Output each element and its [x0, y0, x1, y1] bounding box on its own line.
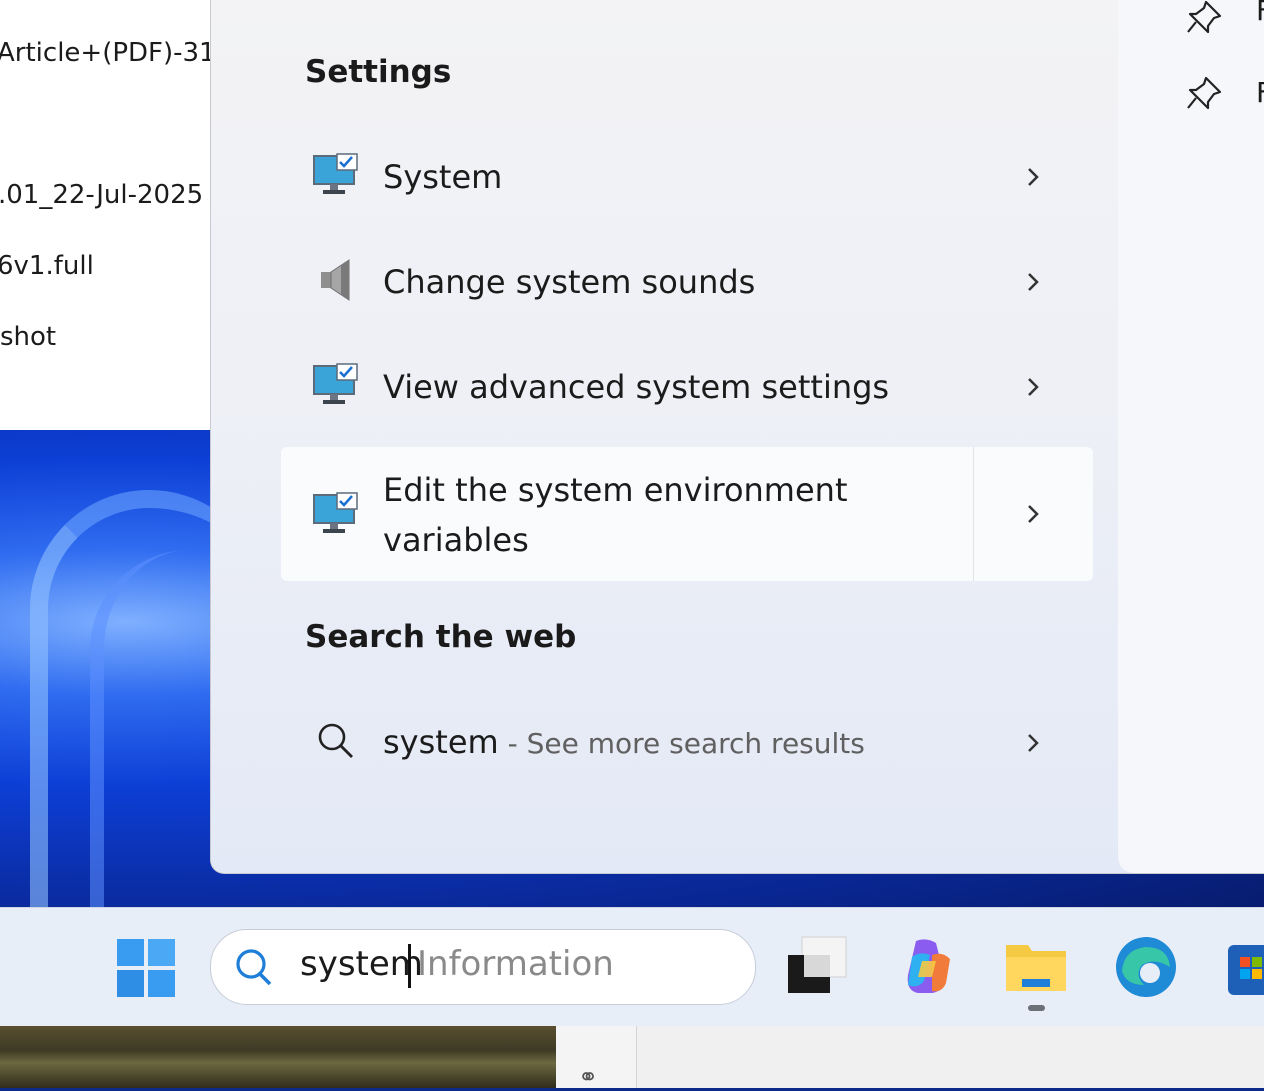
search-web-section-title: Search the web — [305, 619, 577, 655]
search-icon — [318, 723, 353, 758]
result-edit-environment-variables[interactable]: Edit the system environment variables — [281, 447, 1093, 581]
chevron-right-icon[interactable] — [1023, 163, 1043, 191]
file-item[interactable]: .01_22-Jul-2025 — [0, 180, 203, 210]
window-sidebar: ⚭ — [556, 1025, 637, 1091]
chevron-right-icon[interactable] — [1023, 268, 1043, 296]
monitor-check-icon — [313, 363, 358, 404]
result-label: Change system sounds — [383, 262, 756, 301]
web-query-text: system — [383, 723, 499, 761]
microsoft-store-icon[interactable] — [1226, 935, 1264, 999]
row-divider — [973, 447, 974, 581]
file-explorer-icon[interactable] — [1004, 935, 1068, 999]
settings-section-title: Settings — [305, 54, 452, 90]
right-preview-column — [1118, 0, 1264, 873]
monitor-check-icon — [313, 492, 358, 533]
text-caret — [408, 944, 411, 988]
result-label: View advanced system settings — [383, 367, 890, 406]
monitor-check-icon — [313, 153, 358, 194]
web-query: system - See more search results — [383, 718, 865, 768]
file-item[interactable]: shot — [0, 322, 56, 352]
edge-icon[interactable] — [1114, 935, 1178, 999]
result-system[interactable]: System — [281, 128, 1093, 226]
search-icon — [236, 949, 272, 986]
pin-icon[interactable] — [1186, 0, 1222, 36]
file-item[interactable]: Article+(PDF)-31 — [0, 38, 216, 68]
search-input[interactable]: system — [300, 944, 423, 984]
web-query-suffix: - See more search results — [498, 727, 865, 760]
running-indicator — [1028, 1005, 1045, 1011]
result-view-advanced-system-settings[interactable]: View advanced system settings — [281, 338, 1093, 436]
chevron-right-icon[interactable] — [1023, 500, 1043, 528]
search-suggestion: Information — [417, 944, 614, 984]
result-change-system-sounds[interactable]: Change system sounds — [281, 233, 1093, 331]
file-item[interactable]: 6v1.full — [0, 251, 94, 281]
copilot-icon[interactable] — [896, 935, 960, 999]
pin-icon[interactable] — [1186, 76, 1222, 112]
chevron-right-icon[interactable] — [1023, 373, 1043, 401]
result-label: System — [383, 157, 503, 196]
pinned-item-label[interactable]: F — [1256, 76, 1264, 109]
chevron-right-icon[interactable] — [1023, 729, 1043, 757]
taskbar-search-box[interactable]: system Information — [210, 929, 756, 1005]
windows-start-icon[interactable] — [116, 938, 176, 998]
link-icon: ⚭ — [578, 1063, 599, 1091]
photo-window — [0, 1025, 556, 1088]
speaker-icon — [321, 259, 350, 301]
file-explorer-window: Article+(PDF)-31 .01_22-Jul-2025 6v1.ful… — [0, 0, 216, 430]
result-label: Edit the system environment — [383, 471, 848, 509]
result-web-search[interactable]: system - See more search results — [281, 694, 1093, 792]
pinned-item-label[interactable]: F — [1256, 0, 1264, 27]
result-label: variables — [383, 521, 529, 559]
task-view-icon[interactable] — [786, 935, 850, 999]
